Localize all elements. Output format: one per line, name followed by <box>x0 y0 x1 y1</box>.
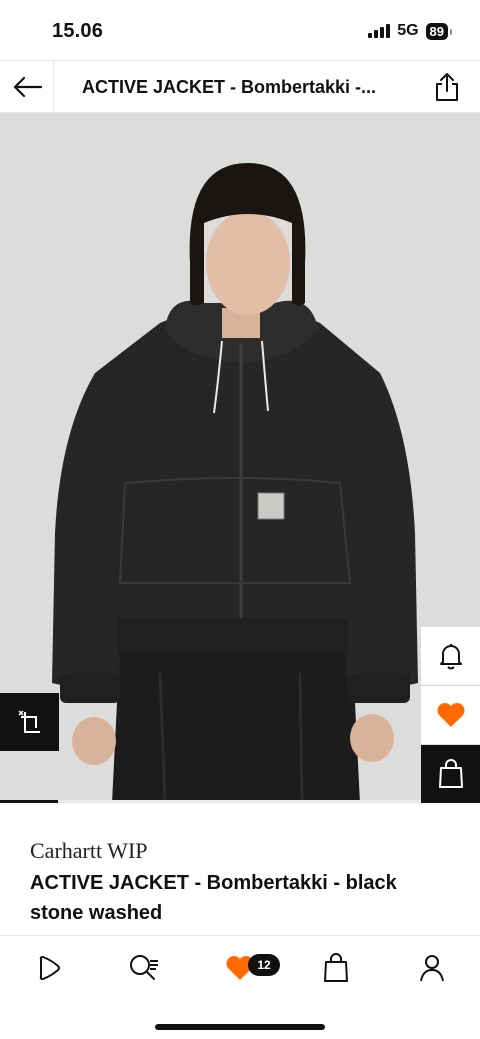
page-header: ACTIVE JACKET - Bombertakki -... <box>0 60 480 113</box>
share-button[interactable] <box>432 71 462 103</box>
status-time: 15.06 <box>52 20 104 42</box>
heart-filled-icon <box>437 703 464 727</box>
nav-home[interactable] <box>28 950 68 986</box>
fit-finder-button[interactable] <box>0 693 59 751</box>
fit-finder-icon <box>17 710 40 733</box>
brand-name[interactable]: Carhartt WIP <box>30 838 148 864</box>
nav-wishlist[interactable]: 12 <box>220 950 280 986</box>
status-indicators: 5G 89 <box>368 22 453 40</box>
wishlist-count-badge: 12 <box>248 954 280 976</box>
network-type: 5G <box>397 22 419 39</box>
product-name: ACTIVE JACKET - Bombertakki - black ston… <box>30 872 397 924</box>
add-to-bag-button[interactable] <box>421 745 480 803</box>
nav-bag[interactable] <box>316 950 356 986</box>
image-progress-fill <box>0 800 58 803</box>
home-indicator <box>155 1024 325 1030</box>
page-title: ACTIVE JACKET - Bombertakki -... <box>82 77 377 97</box>
wishlist-button[interactable] <box>421 686 480 744</box>
notify-button[interactable] <box>421 627 480 685</box>
model-photo <box>0 113 480 803</box>
product-image[interactable] <box>0 113 480 803</box>
shopping-bag-icon <box>438 759 463 788</box>
nav-search[interactable] <box>124 950 164 986</box>
back-button[interactable] <box>0 61 54 113</box>
account-icon <box>420 955 444 982</box>
bell-icon <box>439 643 462 669</box>
share-icon <box>436 73 458 101</box>
signal-icon <box>368 24 391 38</box>
nav-account[interactable] <box>412 950 452 986</box>
status-bar: 15.06 5G 89 <box>0 0 480 60</box>
image-progress-bar <box>0 800 480 803</box>
bag-icon <box>324 953 348 982</box>
search-icon <box>130 955 158 980</box>
home-icon <box>39 956 60 980</box>
battery-icon: 89 <box>425 22 453 40</box>
arrow-left-icon <box>13 76 42 98</box>
